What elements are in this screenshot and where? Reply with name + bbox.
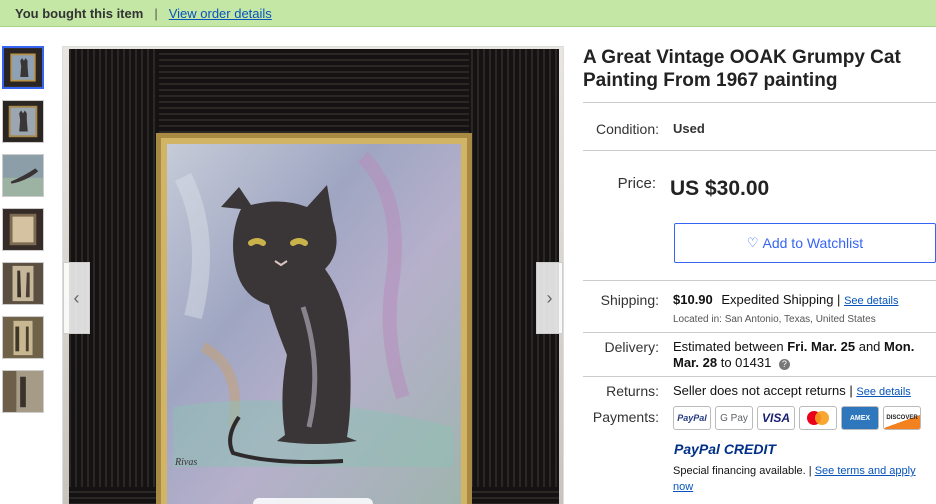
condition-divider — [583, 150, 936, 151]
shipping-info: $10.90 Expedited Shipping | See details — [673, 292, 899, 307]
financing-info: Special financing available. | See terms… — [673, 463, 936, 495]
payment-methods: PayPal G Pay VISA AMEX DISCOVER — [673, 406, 921, 430]
paypal-credit-logo: PayPal CREDIT — [674, 441, 776, 457]
delivery-estimate: Estimated between Fri. Mar. 25 and Mon. … — [673, 339, 914, 371]
shipping-cost: $10.90 — [673, 292, 713, 307]
help-icon[interactable]: ? — [778, 359, 790, 370]
main-image-viewer[interactable]: Rivas ‹ › — [62, 46, 564, 504]
condition-label: Condition: — [595, 121, 659, 137]
paypal-icon: PayPal — [673, 406, 711, 430]
add-to-watchlist-button[interactable]: ♡ Add to Watchlist — [674, 223, 936, 263]
banner-separator: | — [154, 5, 158, 21]
purchase-banner: You bought this item | View order detail… — [0, 0, 936, 27]
discover-icon: DISCOVER — [883, 406, 921, 430]
payments-label: Payments: — [592, 409, 659, 425]
chevron-right-icon: › — [546, 287, 553, 308]
thumbnail-6[interactable] — [2, 316, 44, 359]
thumbnail-3[interactable] — [2, 154, 44, 197]
thumbnail-strip — [0, 46, 46, 424]
thumbnail-5[interactable] — [2, 262, 44, 305]
title-divider — [583, 102, 936, 103]
condition-value: Used — [673, 121, 705, 136]
watchlist-label: Add to Watchlist — [762, 235, 864, 251]
thumbnail-2[interactable] — [2, 100, 44, 143]
returns-details-link[interactable]: See details — [856, 386, 910, 398]
delivery-label: Delivery: — [604, 339, 659, 355]
item-location: Located in: San Antonio, Texas, United S… — [673, 314, 876, 325]
bought-text: You bought this item — [15, 5, 144, 21]
item-info-panel: A Great Vintage OOAK Grumpy Cat Painting… — [583, 46, 936, 92]
mastercard-icon — [799, 406, 837, 430]
shipping-details-link[interactable]: See details — [844, 295, 898, 307]
shipping-method: Expedited Shipping — [721, 292, 834, 307]
returns-separator: | — [849, 383, 853, 398]
thumbnail-4[interactable] — [2, 208, 44, 251]
svg-text:Rivas: Rivas — [174, 457, 197, 468]
view-order-details-link[interactable]: View order details — [169, 6, 272, 21]
delivery-start-date: Fri. Mar. 25 — [787, 339, 856, 354]
thumbnail-1[interactable] — [2, 46, 44, 89]
returns-text: Seller does not accept returns — [673, 383, 846, 398]
chevron-left-icon: ‹ — [73, 287, 80, 308]
terms-apply-link[interactable]: See terms and apply — [815, 465, 916, 477]
financing-separator: | — [808, 465, 812, 477]
terms-apply-link-now[interactable]: now — [673, 481, 693, 493]
heart-icon: ♡ — [746, 235, 759, 250]
price-label: Price: — [617, 175, 656, 192]
image-zoom-indicator — [253, 498, 373, 504]
delivery-end-day: Mon. — [884, 339, 915, 354]
delivery-prefix: Estimated between — [673, 339, 788, 354]
delivery-end-date: Mar. 28 — [673, 355, 718, 370]
google-pay-icon: G Pay — [715, 406, 753, 430]
item-title: A Great Vintage OOAK Grumpy Cat Painting… — [583, 47, 901, 91]
price-value: US $30.00 — [670, 177, 770, 200]
prev-image-button[interactable]: ‹ — [63, 262, 90, 334]
financing-text: Special financing available. — [673, 465, 806, 477]
shipping-divider — [583, 332, 936, 333]
painting-photo: Rivas — [63, 47, 563, 504]
shipping-label: Shipping: — [600, 292, 659, 308]
delivery-and: and — [855, 339, 885, 354]
next-image-button[interactable]: › — [536, 262, 563, 334]
amex-icon: AMEX — [841, 406, 879, 430]
shipping-separator: | — [837, 292, 841, 307]
returns-label: Returns: — [606, 383, 659, 399]
delivery-divider — [583, 376, 936, 377]
visa-icon: VISA — [757, 406, 795, 430]
returns-info: Seller does not accept returns | See det… — [673, 383, 911, 398]
thumbnail-7[interactable] — [2, 370, 44, 413]
price-divider — [583, 280, 936, 281]
delivery-zip: to 01431 — [717, 355, 772, 370]
